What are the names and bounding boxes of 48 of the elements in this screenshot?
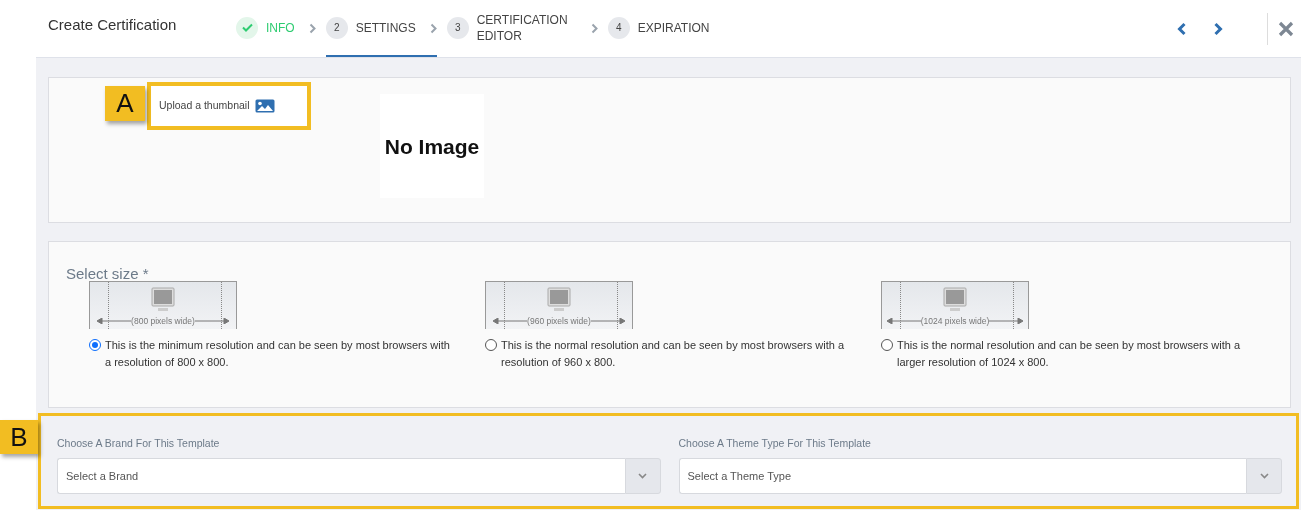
field-label: Choose A Theme Type For This Template: [678, 436, 872, 451]
monitor-icon: [943, 287, 967, 313]
step-label: EXPIRATION: [637, 19, 710, 36]
dimension-label: (960 pixels wide): [527, 315, 591, 328]
dimension-label: (800 pixels wide): [131, 315, 195, 328]
radio-button[interactable]: [89, 339, 101, 351]
step-number: 4: [615, 21, 622, 35]
close-icon[interactable]: [1278, 20, 1294, 37]
dimension-label: (1024 pixels wide): [920, 315, 990, 328]
arrow-icon: [97, 318, 132, 325]
thumbnail-preview: No Image: [380, 94, 484, 198]
option-description: This is the normal resolution and can be seen by most browsers with a resolution of 960 x 800.: [501, 338, 845, 370]
chevron-right-icon: [308, 22, 316, 34]
radio-button[interactable]: [485, 339, 497, 351]
arrow-icon: [590, 318, 625, 325]
arrow-icon: [493, 318, 528, 325]
step-label: INFO: [266, 19, 295, 36]
callout-marker: B: [0, 420, 38, 454]
caret-icon[interactable]: [638, 472, 647, 479]
step-tab[interactable]: 4 EXPIRATION: [607, 0, 710, 57]
arrow-icon: [989, 318, 1024, 325]
upload-link[interactable]: Upload a thumbnail: [147, 82, 311, 130]
dropdown-field[interactable]: Select a Brand: [57, 457, 625, 494]
dropdown-field[interactable]: Select a Theme Type: [678, 457, 1246, 494]
image-icon[interactable]: [255, 99, 276, 113]
page-title: Create Certification: [48, 15, 177, 35]
arrow-icon: [886, 318, 921, 325]
step-label: SETTINGS: [355, 19, 416, 36]
check-icon: [241, 23, 253, 32]
field-label: Choose A Brand For This Template: [57, 436, 221, 451]
upload-label: Upload a thumbnail: [159, 98, 250, 114]
field-label: Select size *: [66, 264, 149, 284]
monitor-icon: [151, 287, 175, 313]
callout-marker: A: [105, 86, 145, 121]
step-label: CERTIFICATION EDITOR: [476, 11, 569, 44]
arrow-icon: [194, 318, 229, 325]
next-icon[interactable]: [1213, 21, 1223, 36]
previous-icon[interactable]: [1177, 21, 1187, 36]
step-tab[interactable]: 3 CERTIFICATION EDITOR: [446, 0, 598, 57]
chevron-right-icon: [429, 22, 437, 34]
monitor-icon: [547, 287, 571, 313]
radio-button[interactable]: [881, 339, 893, 351]
caret-icon[interactable]: [1259, 472, 1269, 479]
option-description: This is the minimum resolution and can be seen by most browsers with a resolution of 800 x 800.: [105, 338, 451, 370]
step-number: 2: [333, 21, 340, 35]
option-description: This is the normal resolution and can be seen by most browsers with a larger resolution of 1024 x 800.: [897, 338, 1241, 370]
chevron-right-icon: [590, 22, 598, 34]
step-number: 3: [454, 21, 461, 35]
